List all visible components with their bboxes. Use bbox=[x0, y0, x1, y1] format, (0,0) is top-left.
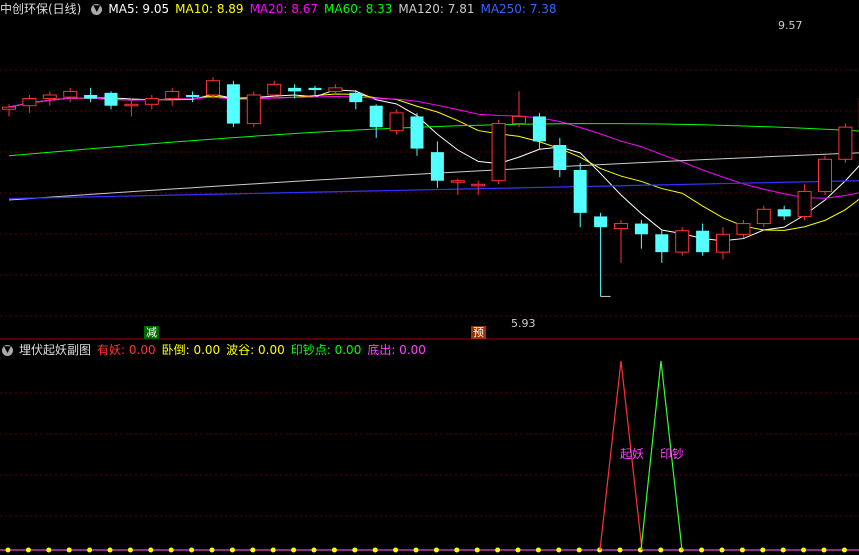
ma60-line bbox=[8, 123, 859, 157]
candle-body bbox=[512, 115, 526, 125]
candle-body bbox=[594, 216, 608, 228]
baseline-dot bbox=[780, 547, 786, 553]
candle-body bbox=[838, 126, 853, 160]
baseline-dot bbox=[331, 547, 337, 553]
candle-body bbox=[471, 183, 486, 187]
candle-body bbox=[206, 80, 220, 96]
baseline-dot bbox=[46, 547, 52, 553]
candle-body bbox=[614, 223, 628, 230]
baseline-dot bbox=[658, 547, 664, 553]
baseline-dot bbox=[209, 547, 215, 553]
peak-label-qiyao: 起妖 bbox=[620, 447, 644, 461]
baseline-dot bbox=[535, 547, 541, 553]
baseline-dot bbox=[678, 547, 684, 553]
ma10-line bbox=[8, 93, 859, 231]
candle-body bbox=[777, 209, 791, 217]
low-price-label: 5.93 bbox=[511, 317, 536, 330]
candle-body bbox=[165, 90, 180, 100]
baseline-dot bbox=[576, 547, 582, 553]
baseline-dot bbox=[515, 547, 521, 553]
candle-body bbox=[655, 234, 669, 253]
baseline-dot bbox=[474, 547, 480, 553]
baseline-dot bbox=[168, 547, 174, 553]
candle-body bbox=[124, 103, 139, 107]
ma5-line bbox=[8, 89, 859, 242]
baseline-dot bbox=[148, 547, 154, 553]
baseline-dot bbox=[719, 547, 725, 553]
candle-body bbox=[410, 116, 424, 149]
forecast-badge: 预 bbox=[471, 326, 486, 339]
baseline-dot bbox=[372, 547, 378, 553]
baseline-dot bbox=[189, 547, 195, 553]
baseline-dot bbox=[393, 547, 399, 553]
stock-chart-window: 中创环保(日线) ▼ MA5: 9.05 MA10: 8.89 MA20: 8.67 MA… bbox=[0, 0, 859, 555]
candle-body bbox=[675, 230, 690, 253]
candle-body bbox=[491, 123, 506, 182]
baseline-dot bbox=[495, 547, 501, 553]
candle-body bbox=[267, 83, 282, 96]
baseline-dot bbox=[617, 547, 623, 553]
peak-label-yinchao: 印钞 bbox=[660, 446, 684, 461]
candle-body bbox=[696, 230, 710, 253]
candle-body bbox=[288, 87, 302, 92]
high-price-label: 9.57 bbox=[778, 19, 803, 32]
candle-body bbox=[63, 90, 78, 98]
candle-body bbox=[144, 98, 159, 105]
baseline-dot bbox=[821, 547, 827, 553]
baseline-dot bbox=[311, 547, 317, 553]
candle-body bbox=[84, 95, 98, 99]
candle-body bbox=[450, 180, 465, 183]
baseline-dot bbox=[107, 547, 113, 553]
candle-body bbox=[2, 106, 16, 110]
baseline-dot bbox=[739, 547, 745, 553]
candlestick-chart[interactable] bbox=[0, 0, 859, 340]
baseline-dot bbox=[229, 547, 235, 553]
candle-body bbox=[22, 98, 37, 107]
candle-body bbox=[573, 170, 587, 213]
baseline-dot bbox=[760, 547, 766, 553]
candle-body bbox=[186, 95, 200, 98]
baseline-dot bbox=[87, 547, 93, 553]
candle-body bbox=[42, 94, 57, 100]
baseline-dot bbox=[127, 547, 133, 553]
baseline-dot bbox=[25, 547, 31, 553]
baseline-dot bbox=[699, 547, 705, 553]
baseline-dot bbox=[433, 547, 439, 553]
candle-body bbox=[634, 223, 648, 235]
baseline-dot bbox=[5, 547, 11, 553]
baseline-dot bbox=[556, 547, 562, 553]
candle-body bbox=[736, 223, 751, 235]
candle-body bbox=[349, 92, 363, 103]
candle-body bbox=[716, 233, 730, 253]
baseline-dot bbox=[413, 547, 419, 553]
candle-body bbox=[246, 94, 261, 125]
baseline-dot bbox=[841, 547, 847, 553]
candle-body bbox=[818, 158, 832, 192]
candle-body bbox=[553, 145, 567, 170]
candle-body bbox=[369, 105, 383, 128]
baseline-dot bbox=[352, 547, 358, 553]
baseline-dot bbox=[250, 547, 256, 553]
indicator-chart[interactable]: 起妖 印钞 bbox=[0, 341, 859, 555]
candle-body bbox=[797, 190, 812, 217]
candle-body bbox=[756, 208, 771, 225]
baseline-dot bbox=[801, 547, 807, 553]
candle-body bbox=[328, 87, 343, 92]
baseline-dot bbox=[454, 547, 460, 553]
candle-body bbox=[430, 152, 444, 181]
baseline-dot bbox=[66, 547, 72, 553]
candle-body bbox=[226, 84, 240, 124]
reduce-badge: 减 bbox=[144, 326, 159, 339]
candle-body bbox=[104, 92, 118, 106]
baseline-dot bbox=[291, 547, 297, 553]
candle-body bbox=[532, 116, 546, 142]
candle-body bbox=[308, 87, 322, 90]
candle-body bbox=[389, 112, 404, 132]
baseline-dot bbox=[270, 547, 276, 553]
